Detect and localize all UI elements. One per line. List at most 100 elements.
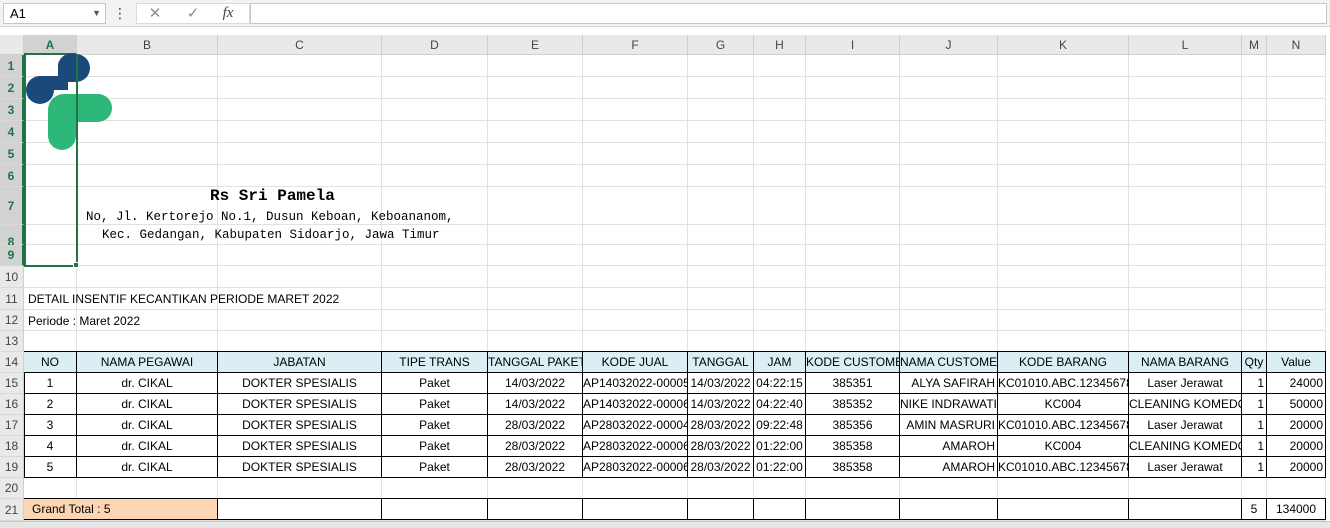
table-cell[interactable]: DOKTER SPESIALIS (218, 436, 382, 457)
table-cell[interactable]: dr. CIKAL (77, 394, 218, 415)
table-cell[interactable]: 385351 (806, 373, 900, 394)
table-cell[interactable]: AP14032022-00005 (583, 373, 688, 394)
table-cell[interactable]: dr. CIKAL (77, 415, 218, 436)
table-cell[interactable]: 20000 (1267, 436, 1326, 457)
row-header-11[interactable]: 11 (0, 288, 24, 310)
row-header-8[interactable]: 8 (0, 225, 24, 249)
table-cell[interactable]: AP14032022-00006 (583, 394, 688, 415)
table-cell[interactable]: DOKTER SPESIALIS (218, 415, 382, 436)
table-cell[interactable]: Paket (382, 436, 488, 457)
table-cell[interactable]: Paket (382, 394, 488, 415)
table-cell[interactable]: DOKTER SPESIALIS (218, 373, 382, 394)
row-header-9[interactable]: 9 (0, 245, 24, 266)
table-cell[interactable]: 20000 (1267, 457, 1326, 478)
table-cell[interactable]: AMIN MASRURI (900, 415, 998, 436)
formula-input[interactable] (250, 3, 1327, 24)
table-cell[interactable]: DOKTER SPESIALIS (218, 457, 382, 478)
column-header-c[interactable]: C (218, 35, 382, 55)
table-cell[interactable]: 04:22:40 (754, 394, 806, 415)
table-cell[interactable]: 1 (1242, 394, 1267, 415)
grand-total-empty-cell[interactable] (583, 499, 688, 520)
table-cell[interactable]: 28/03/2022 (688, 415, 754, 436)
name-box[interactable]: A1 ▼ (3, 3, 106, 24)
table-cell[interactable]: 385356 (806, 415, 900, 436)
table-cell[interactable]: 01:22:00 (754, 457, 806, 478)
table-cell[interactable]: 5 (24, 457, 77, 478)
cancel-icon[interactable]: ✕ (140, 3, 170, 24)
grand-total-value[interactable]: 134000 (1267, 499, 1326, 520)
table-cell[interactable]: 04:22:15 (754, 373, 806, 394)
row-header-15[interactable]: 15 (0, 373, 24, 394)
grand-total-empty-cell[interactable] (998, 499, 1129, 520)
grand-total-qty[interactable]: 5 (1242, 499, 1267, 520)
table-cell[interactable]: DOKTER SPESIALIS (218, 394, 382, 415)
table-cell[interactable]: AMAROH (900, 436, 998, 457)
grand-total-empty-cell[interactable] (488, 499, 583, 520)
grand-total-empty-cell[interactable] (218, 499, 382, 520)
grand-total-empty-cell[interactable] (754, 499, 806, 520)
column-header-k[interactable]: K (998, 35, 1129, 55)
table-cell[interactable]: 4 (24, 436, 77, 457)
grand-total-empty-cell[interactable] (382, 499, 488, 520)
table-cell[interactable]: dr. CIKAL (77, 436, 218, 457)
table-cell[interactable]: 24000 (1267, 373, 1326, 394)
row-header-16[interactable]: 16 (0, 394, 24, 415)
table-cell[interactable]: AMAROH (900, 457, 998, 478)
row-header-20[interactable]: 20 (0, 478, 24, 499)
row-header-21[interactable]: 21 (0, 499, 24, 521)
table-cell[interactable]: dr. CIKAL (77, 457, 218, 478)
grand-total-empty-cell[interactable] (806, 499, 900, 520)
column-header-d[interactable]: D (382, 35, 488, 55)
table-cell[interactable]: CLEANING KOMEDO (1129, 436, 1242, 457)
grand-total-empty-cell[interactable] (900, 499, 998, 520)
table-cell[interactable]: AP28032022-00006 (583, 457, 688, 478)
row-header-14[interactable]: 14 (0, 352, 24, 373)
row-header-7[interactable]: 7 (0, 187, 24, 225)
table-cell[interactable]: 20000 (1267, 415, 1326, 436)
column-header-g[interactable]: G (688, 35, 754, 55)
chevron-down-icon[interactable]: ▼ (92, 4, 101, 23)
table-cell[interactable]: 50000 (1267, 394, 1326, 415)
table-cell[interactable]: NIKE INDRAWATI (900, 394, 998, 415)
table-cell[interactable]: 3 (24, 415, 77, 436)
table-cell[interactable]: AP28032022-00004 (583, 415, 688, 436)
table-cell[interactable]: ALYA SAFIRAH (900, 373, 998, 394)
table-cell[interactable]: KC01010.ABC.12345678 (998, 457, 1129, 478)
table-cell[interactable]: KC01010.ABC.12345678 (998, 415, 1129, 436)
table-cell[interactable]: Laser Jerawat (1129, 457, 1242, 478)
table-cell[interactable]: 1 (1242, 415, 1267, 436)
table-cell[interactable]: 28/03/2022 (488, 457, 583, 478)
table-cell[interactable]: 09:22:48 (754, 415, 806, 436)
column-header-e[interactable]: E (488, 35, 583, 55)
column-header-i[interactable]: I (806, 35, 900, 55)
table-cell[interactable]: 28/03/2022 (488, 415, 583, 436)
table-cell[interactable]: KC004 (998, 436, 1129, 457)
table-cell[interactable]: KC01010.ABC.12345678 (998, 373, 1129, 394)
more-options-icon[interactable]: ⋮ (113, 4, 127, 22)
table-cell[interactable]: Paket (382, 373, 488, 394)
insert-function-icon[interactable]: fx (213, 3, 243, 24)
table-cell[interactable]: Laser Jerawat (1129, 415, 1242, 436)
table-cell[interactable]: 14/03/2022 (688, 394, 754, 415)
table-cell[interactable]: 385358 (806, 436, 900, 457)
table-cell[interactable]: 28/03/2022 (688, 457, 754, 478)
table-cell[interactable]: 14/03/2022 (488, 373, 583, 394)
table-cell[interactable]: 385352 (806, 394, 900, 415)
column-header-m[interactable]: M (1242, 35, 1267, 55)
table-cell[interactable]: Paket (382, 415, 488, 436)
column-header-h[interactable]: H (754, 35, 806, 55)
grand-total-empty-cell[interactable] (1129, 499, 1242, 520)
grand-total-empty-cell[interactable] (688, 499, 754, 520)
column-header-l[interactable]: L (1129, 35, 1242, 55)
row-header-10[interactable]: 10 (0, 266, 24, 288)
row-header-17[interactable]: 17 (0, 415, 24, 436)
table-cell[interactable]: 14/03/2022 (488, 394, 583, 415)
table-cell[interactable]: CLEANING KOMEDO (1129, 394, 1242, 415)
column-header-f[interactable]: F (583, 35, 688, 55)
table-cell[interactable]: 1 (1242, 373, 1267, 394)
enter-icon[interactable]: ✓ (178, 3, 208, 24)
row-header-12[interactable]: 12 (0, 310, 24, 331)
column-header-j[interactable]: J (900, 35, 998, 55)
table-cell[interactable]: 28/03/2022 (488, 436, 583, 457)
table-cell[interactable]: 1 (1242, 457, 1267, 478)
